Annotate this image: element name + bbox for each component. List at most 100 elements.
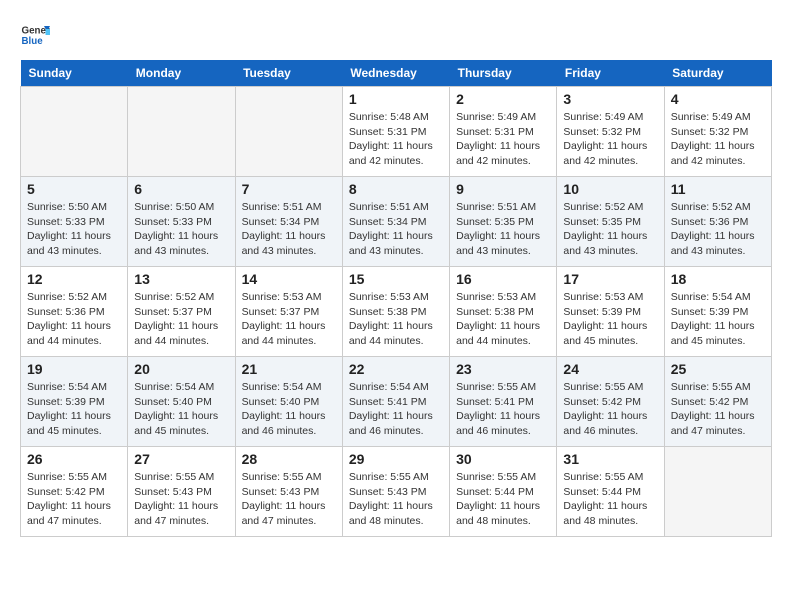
day-number: 10 xyxy=(563,181,657,197)
calendar-cell: 8Sunrise: 5:51 AMSunset: 5:34 PMDaylight… xyxy=(342,177,449,267)
cell-info: Sunrise: 5:53 AMSunset: 5:39 PMDaylight:… xyxy=(563,290,657,349)
day-number: 12 xyxy=(27,271,121,287)
day-number: 26 xyxy=(27,451,121,467)
day-header-monday: Monday xyxy=(128,60,235,87)
calendar-cell xyxy=(235,87,342,177)
calendar-cell xyxy=(128,87,235,177)
calendar-cell xyxy=(664,447,771,537)
cell-info: Sunrise: 5:51 AMSunset: 5:34 PMDaylight:… xyxy=(242,200,336,259)
calendar-cell: 5Sunrise: 5:50 AMSunset: 5:33 PMDaylight… xyxy=(21,177,128,267)
cell-info: Sunrise: 5:55 AMSunset: 5:42 PMDaylight:… xyxy=(671,380,765,439)
calendar-week-1: 1 Sunrise: 5:48 AMSunset: 5:31 PMDaylight… xyxy=(21,87,772,177)
calendar-cell: 6 Sunrise: 5:50 AMSunset: 5:33 PMDaylight… xyxy=(128,177,235,267)
cell-info: Sunrise: 5:55 AMSunset: 5:42 PMDaylight:… xyxy=(563,380,657,439)
cell-info: Sunrise: 5:54 AMSunset: 5:39 PMDaylight:… xyxy=(27,380,121,439)
day-number: 31 xyxy=(563,451,657,467)
cell-info: Sunrise: 5:52 AMSunset: 5:35 PMDaylight:… xyxy=(563,200,657,259)
calendar-cell: 11 Sunrise: 5:52 AMSunset: 5:36 PMDayligh… xyxy=(664,177,771,267)
calendar-cell: 14Sunrise: 5:53 AMSunset: 5:37 PMDayligh… xyxy=(235,267,342,357)
cell-info: Sunrise: 5:50 AMSunset: 5:33 PMDaylight:… xyxy=(134,200,228,259)
calendar-cell: 27Sunrise: 5:55 AMSunset: 5:43 PMDayligh… xyxy=(128,447,235,537)
day-number: 28 xyxy=(242,451,336,467)
calendar-cell: 15 Sunrise: 5:53 AMSunset: 5:38 PMDayligh… xyxy=(342,267,449,357)
cell-info: Sunrise: 5:51 AMSunset: 5:35 PMDaylight:… xyxy=(456,200,550,259)
cell-info: Sunrise: 5:55 AMSunset: 5:44 PMDaylight:… xyxy=(456,470,550,529)
calendar-cell: 21 Sunrise: 5:54 AMSunset: 5:40 PMDayligh… xyxy=(235,357,342,447)
day-header-tuesday: Tuesday xyxy=(235,60,342,87)
calendar-cell: 30 Sunrise: 5:55 AMSunset: 5:44 PMDayligh… xyxy=(450,447,557,537)
day-number: 22 xyxy=(349,361,443,377)
day-number: 30 xyxy=(456,451,550,467)
calendar-week-2: 5Sunrise: 5:50 AMSunset: 5:33 PMDaylight… xyxy=(21,177,772,267)
cell-info: Sunrise: 5:54 AMSunset: 5:40 PMDaylight:… xyxy=(134,380,228,439)
cell-info: Sunrise: 5:55 AMSunset: 5:41 PMDaylight:… xyxy=(456,380,550,439)
day-number: 17 xyxy=(563,271,657,287)
day-header-wednesday: Wednesday xyxy=(342,60,449,87)
calendar-cell: 1 Sunrise: 5:48 AMSunset: 5:31 PMDaylight… xyxy=(342,87,449,177)
day-number: 23 xyxy=(456,361,550,377)
svg-text:Blue: Blue xyxy=(22,36,44,47)
day-number: 19 xyxy=(27,361,121,377)
day-number: 1 xyxy=(349,91,443,107)
cell-info: Sunrise: 5:52 AMSunset: 5:36 PMDaylight:… xyxy=(27,290,121,349)
day-number: 11 xyxy=(671,181,765,197)
day-number: 25 xyxy=(671,361,765,377)
calendar-header: SundayMondayTuesdayWednesdayThursdayFrid… xyxy=(21,60,772,87)
cell-info: Sunrise: 5:55 AMSunset: 5:43 PMDaylight:… xyxy=(242,470,336,529)
cell-info: Sunrise: 5:55 AMSunset: 5:43 PMDaylight:… xyxy=(349,470,443,529)
day-number: 15 xyxy=(349,271,443,287)
calendar-body: 1 Sunrise: 5:48 AMSunset: 5:31 PMDaylight… xyxy=(21,87,772,537)
day-number: 7 xyxy=(242,181,336,197)
calendar-cell: 28 Sunrise: 5:55 AMSunset: 5:43 PMDayligh… xyxy=(235,447,342,537)
day-number: 6 xyxy=(134,181,228,197)
day-header-friday: Friday xyxy=(557,60,664,87)
day-number: 8 xyxy=(349,181,443,197)
calendar-cell: 10 Sunrise: 5:52 AMSunset: 5:35 PMDayligh… xyxy=(557,177,664,267)
day-number: 29 xyxy=(349,451,443,467)
calendar-cell: 25 Sunrise: 5:55 AMSunset: 5:42 PMDayligh… xyxy=(664,357,771,447)
day-number: 20 xyxy=(134,361,228,377)
cell-info: Sunrise: 5:49 AMSunset: 5:32 PMDaylight:… xyxy=(563,110,657,169)
cell-info: Sunrise: 5:52 AMSunset: 5:37 PMDaylight:… xyxy=(134,290,228,349)
logo: General Blue xyxy=(20,20,50,50)
cell-info: Sunrise: 5:53 AMSunset: 5:38 PMDaylight:… xyxy=(456,290,550,349)
calendar-cell: 7 Sunrise: 5:51 AMSunset: 5:34 PMDaylight… xyxy=(235,177,342,267)
cell-info: Sunrise: 5:48 AMSunset: 5:31 PMDaylight:… xyxy=(349,110,443,169)
day-header-thursday: Thursday xyxy=(450,60,557,87)
cell-info: Sunrise: 5:54 AMSunset: 5:39 PMDaylight:… xyxy=(671,290,765,349)
cell-info: Sunrise: 5:50 AMSunset: 5:33 PMDaylight:… xyxy=(27,200,121,259)
day-number: 14 xyxy=(242,271,336,287)
cell-info: Sunrise: 5:55 AMSunset: 5:44 PMDaylight:… xyxy=(563,470,657,529)
day-header-sunday: Sunday xyxy=(21,60,128,87)
calendar-cell: 17 Sunrise: 5:53 AMSunset: 5:39 PMDayligh… xyxy=(557,267,664,357)
calendar-cell: 9Sunrise: 5:51 AMSunset: 5:35 PMDaylight… xyxy=(450,177,557,267)
cell-info: Sunrise: 5:54 AMSunset: 5:41 PMDaylight:… xyxy=(349,380,443,439)
day-number: 24 xyxy=(563,361,657,377)
days-of-week-row: SundayMondayTuesdayWednesdayThursdayFrid… xyxy=(21,60,772,87)
calendar-cell: 2Sunrise: 5:49 AMSunset: 5:31 PMDaylight… xyxy=(450,87,557,177)
calendar-cell: 16Sunrise: 5:53 AMSunset: 5:38 PMDayligh… xyxy=(450,267,557,357)
day-number: 13 xyxy=(134,271,228,287)
day-number: 21 xyxy=(242,361,336,377)
calendar-cell: 20 Sunrise: 5:54 AMSunset: 5:40 PMDayligh… xyxy=(128,357,235,447)
cell-info: Sunrise: 5:52 AMSunset: 5:36 PMDaylight:… xyxy=(671,200,765,259)
cell-info: Sunrise: 5:49 AMSunset: 5:32 PMDaylight:… xyxy=(671,110,765,169)
calendar-cell: 18Sunrise: 5:54 AMSunset: 5:39 PMDayligh… xyxy=(664,267,771,357)
day-number: 3 xyxy=(563,91,657,107)
day-number: 4 xyxy=(671,91,765,107)
calendar-week-3: 12 Sunrise: 5:52 AMSunset: 5:36 PMDayligh… xyxy=(21,267,772,357)
cell-info: Sunrise: 5:53 AMSunset: 5:38 PMDaylight:… xyxy=(349,290,443,349)
calendar-cell: 3 Sunrise: 5:49 AMSunset: 5:32 PMDaylight… xyxy=(557,87,664,177)
cell-info: Sunrise: 5:54 AMSunset: 5:40 PMDaylight:… xyxy=(242,380,336,439)
calendar-cell xyxy=(21,87,128,177)
calendar-cell: 22 Sunrise: 5:54 AMSunset: 5:41 PMDayligh… xyxy=(342,357,449,447)
calendar-cell: 29 Sunrise: 5:55 AMSunset: 5:43 PMDayligh… xyxy=(342,447,449,537)
calendar-week-5: 26 Sunrise: 5:55 AMSunset: 5:42 PMDayligh… xyxy=(21,447,772,537)
header: General Blue xyxy=(20,20,772,50)
calendar-cell: 12 Sunrise: 5:52 AMSunset: 5:36 PMDayligh… xyxy=(21,267,128,357)
calendar-cell: 4 Sunrise: 5:49 AMSunset: 5:32 PMDaylight… xyxy=(664,87,771,177)
cell-info: Sunrise: 5:55 AMSunset: 5:42 PMDaylight:… xyxy=(27,470,121,529)
calendar-cell: 19 Sunrise: 5:54 AMSunset: 5:39 PMDayligh… xyxy=(21,357,128,447)
calendar-week-4: 19 Sunrise: 5:54 AMSunset: 5:39 PMDayligh… xyxy=(21,357,772,447)
day-number: 27 xyxy=(134,451,228,467)
